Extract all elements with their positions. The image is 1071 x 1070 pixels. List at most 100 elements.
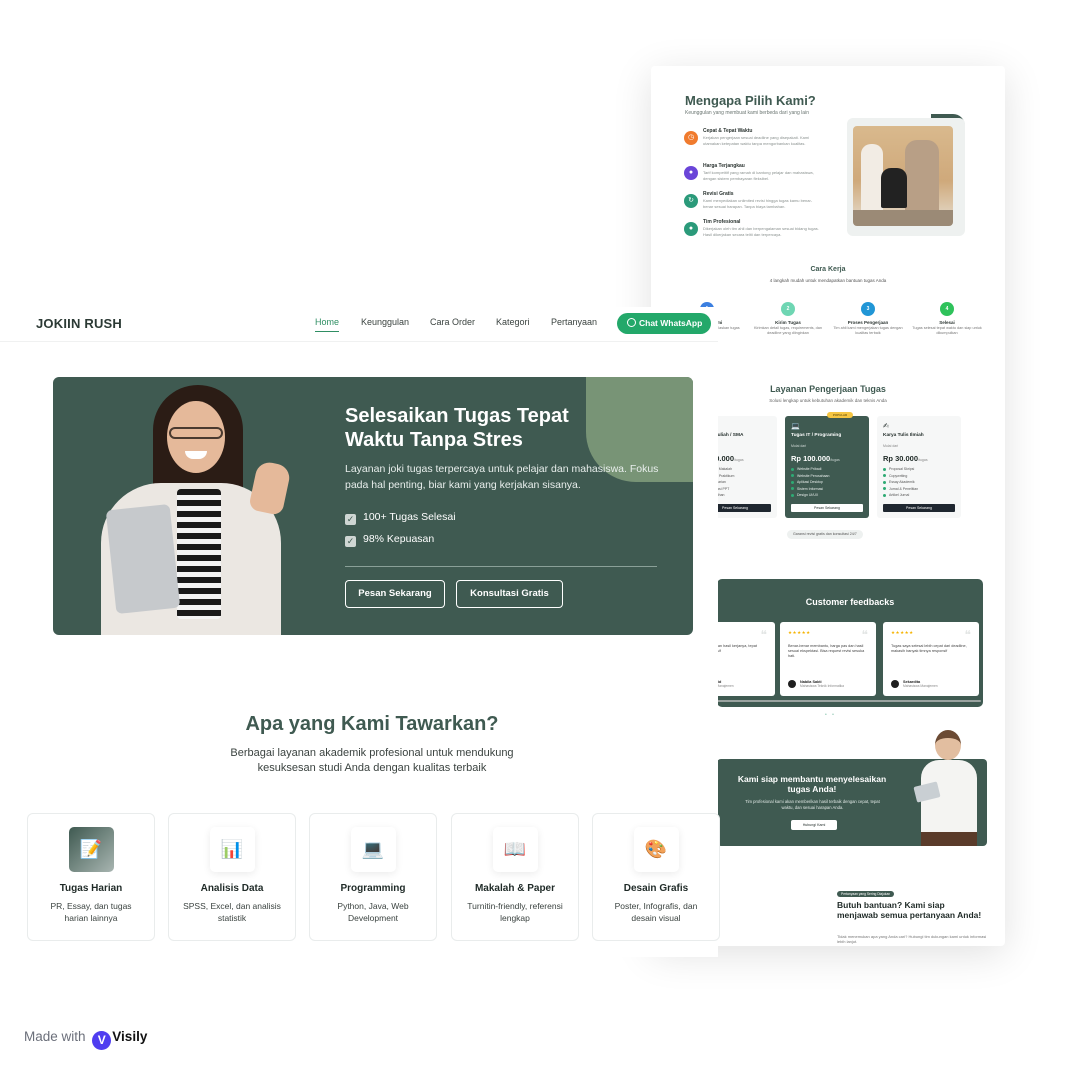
feedback-card: ★★★★★ ❝ Benar-benar membantu, harga pas …: [780, 622, 876, 696]
step-desc: Kirimkan detail tugas, requirements, dan…: [754, 326, 822, 335]
nav-home[interactable]: Home: [315, 317, 340, 332]
service-desc: Poster, Infografis, dan desain visual: [614, 901, 698, 923]
reviewer-role: Mahasiswa Manajemen: [903, 684, 938, 688]
service-card[interactable]: 🎨 Desain Grafis Poster, Infografis, dan …: [592, 813, 720, 941]
steps-subtitle: 4 langkah mudah untuk mendapatkan bantua…: [769, 278, 887, 283]
popular-badge: POPULAR: [827, 412, 853, 418]
offer-subtitle: Berbagai layanan akademik profesional un…: [230, 747, 514, 774]
canvas: Mengapa Pilih Kami? Keunggulan yang memb…: [0, 0, 1071, 1070]
why-title: Mengapa Pilih Kami?: [685, 93, 816, 108]
why-item-title: Cepat & Tepat Waktu: [703, 128, 753, 134]
feature: Proposal Skripsi: [889, 467, 915, 471]
service-desc: PR, Essay, dan tugas harian lainnya: [50, 901, 132, 923]
whatsapp-icon: [627, 318, 636, 327]
feature: Aplikasi Desktop: [797, 480, 823, 484]
price-unit: /tugas: [734, 458, 744, 462]
faq-badge: Pertanyaan yang Sering Diajukan: [837, 891, 895, 897]
nav-kategori[interactable]: Kategori: [496, 317, 530, 327]
step-number: 4: [940, 302, 954, 316]
service-card[interactable]: 📊 Analisis Data SPSS, Excel, dan analisi…: [168, 813, 296, 941]
cta-desc: Tim profesional kami akan memberikan has…: [745, 799, 880, 810]
hero-title: Selesaikan Tugas Tepat Waktu Tanpa Stres: [345, 405, 569, 451]
price-unit: /tugas: [918, 458, 928, 462]
visily-logo-icon: V: [92, 1031, 112, 1050]
price-value: Rp 100.000: [791, 454, 831, 463]
avatar: [891, 680, 899, 688]
service-card[interactable]: 💻 Programming Python, Java, Web Developm…: [309, 813, 437, 941]
step-desc: Tugas selesai tepat waktu dan siap untuk…: [912, 326, 982, 335]
service-name: Tugas Harian: [59, 883, 123, 894]
service-name: Makalah & Paper: [474, 883, 556, 894]
checkbox-icon: ✓: [345, 536, 356, 547]
faq-title: Butuh bantuan? Kami siap menjawab semua …: [837, 900, 982, 920]
feature: Website Pribadi: [797, 467, 822, 471]
pen-icon: ✍: [883, 423, 889, 430]
avatar: [788, 680, 796, 688]
rating-stars: ★★★★★: [891, 630, 914, 635]
palette-icon: 🎨: [633, 827, 679, 872]
feature: Website Perusahaan: [797, 473, 830, 478]
service-desc: Turnitin-friendly, referensi lengkap: [467, 901, 563, 923]
feedback-text: Tugas saya selesai lebih cepat dari dead…: [891, 644, 967, 653]
why-item-title: Revisi Gratis: [703, 191, 734, 197]
hero-desc: Layanan joki tugas terpercaya untuk pela…: [345, 463, 659, 491]
why-item-desc: Kerjakan pengerjaan sesuai deadline yang…: [703, 135, 810, 146]
service-name: Analisis Data: [200, 883, 264, 894]
hero-stat: ✓ 98% Kepuasan: [345, 533, 434, 547]
reviewer-role: Mahasiswa Teknik Informatika: [800, 684, 844, 688]
order-button[interactable]: Pesan Sekarang: [791, 504, 863, 512]
chart-icon: 📊: [209, 827, 255, 872]
service-card[interactable]: 📝 Tugas Harian PR, Essay, dan tugas hari…: [27, 813, 155, 941]
offer-title: Apa yang Kami Tawarkan?: [245, 713, 499, 735]
price-card-name: Karya Tulis Ilmiah: [883, 433, 924, 438]
feedback-card: ★★★★★ ❝ Tugas saya selesai lebih cepat d…: [883, 622, 979, 696]
quote-icon: ❝: [861, 628, 868, 642]
nav-cara-order[interactable]: Cara Order: [430, 317, 475, 327]
step: 3 Proses Pengerjaan Tim ahli kami menger…: [832, 302, 904, 336]
why-item-title: Tim Profesional: [703, 219, 741, 225]
contact-button[interactable]: Hubungi Kami: [791, 820, 837, 830]
cta-person-image: [913, 726, 985, 846]
feature: Design UI/UX: [797, 493, 819, 497]
step: 2 Kirim Tugas Kirimkan detail tugas, req…: [752, 302, 824, 336]
service-name: Desain Grafis: [623, 883, 689, 894]
checkbox-icon: ✓: [345, 514, 356, 525]
carousel-scrollbar[interactable]: [717, 700, 981, 702]
book-open-icon: 📖: [492, 827, 538, 872]
users-icon: ●: [684, 166, 698, 180]
team-photo: [853, 126, 953, 226]
step-desc: Tim ahli kami mengerjakan tugas dengan k…: [833, 326, 903, 335]
feature: Sistem Informasi: [797, 486, 824, 491]
hero-banner: Selesaikan Tugas Tepat Waktu Tanpa Stres…: [53, 377, 693, 635]
nav-pertanyaan[interactable]: Pertanyaan: [551, 317, 597, 327]
feedback-title: Customer feedbacks: [805, 597, 895, 607]
made-with-label: Made with: [24, 1029, 86, 1044]
order-button[interactable]: Pesan Sekarang: [883, 504, 955, 512]
carousel-pagination[interactable]: • •: [825, 712, 836, 718]
computer-icon: 💻: [350, 827, 396, 872]
nav-keunggulan[interactable]: Keunggulan: [361, 317, 409, 327]
service-card[interactable]: 📖 Makalah & Paper Turnitin-friendly, ref…: [451, 813, 579, 941]
brand-logo[interactable]: JOKIIN RUSH: [36, 316, 122, 331]
price-card-name: Tugas IT / Programing: [791, 433, 842, 438]
why-item-desc: Kami menyediakan unlimited revisi hingga…: [703, 198, 813, 209]
feature: Jurnal & Penelitian: [889, 486, 919, 491]
rating-stars: ★★★★★: [788, 630, 811, 635]
order-now-button[interactable]: Pesan Sekarang: [345, 580, 445, 608]
whatsapp-label: Chat WhatsApp: [639, 318, 703, 328]
feature: Artikel Jurnal: [889, 493, 910, 497]
hero-stat-label: 100+ Tugas Selesai: [363, 511, 456, 523]
made-with-badge[interactable]: Made with V Visily: [24, 1029, 147, 1050]
step-number: 3: [861, 302, 875, 316]
why-item-desc: Dikerjakan oleh tim ahli dan berpengalam…: [703, 226, 819, 237]
service-desc: SPSS, Excel, dan analisis statistik: [183, 901, 281, 923]
refresh-icon: ↻: [684, 194, 698, 208]
visily-brand: Visily: [112, 1029, 148, 1044]
hero-person-image: [81, 385, 311, 635]
why-subtitle: Keunggulan yang membuat kami berbeda dar…: [685, 110, 809, 116]
free-consult-button[interactable]: Konsultasi Gratis: [456, 580, 563, 608]
price-card: ✍ Karya Tulis Ilmiah Mulai dari Rp 30.00…: [877, 416, 961, 518]
feature: Essay Akademik: [889, 480, 915, 484]
whatsapp-button[interactable]: Chat WhatsApp: [617, 313, 711, 334]
service-name: Programming: [340, 883, 406, 894]
